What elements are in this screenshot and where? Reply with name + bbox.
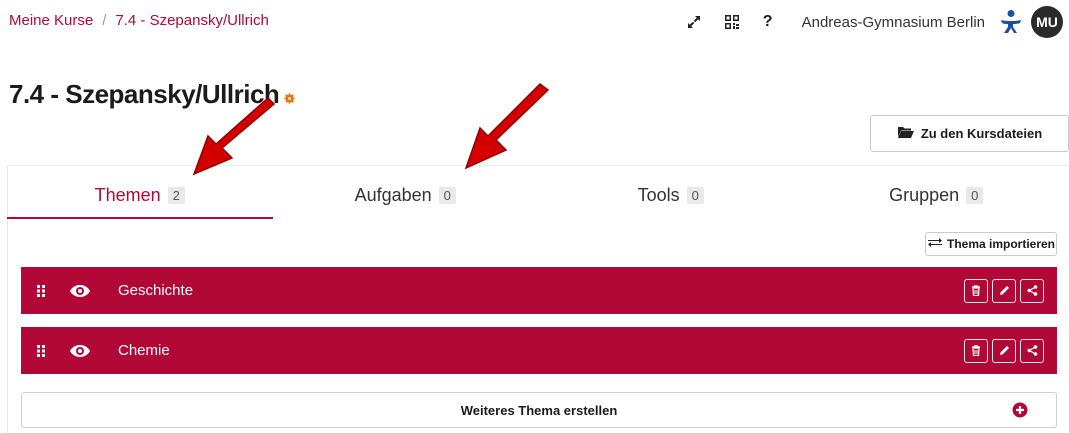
qr-code-icon[interactable] xyxy=(718,8,746,36)
count-badge: 0 xyxy=(438,186,456,204)
trash-icon[interactable] xyxy=(964,278,988,303)
share-icon[interactable] xyxy=(1020,338,1044,363)
drag-handle-icon[interactable] xyxy=(23,344,59,357)
tab-topics[interactable]: Themen 2 xyxy=(7,170,273,220)
topic-row: Chemie xyxy=(21,327,1057,374)
topic-title[interactable]: Geschichte xyxy=(118,282,964,299)
eye-icon[interactable] xyxy=(59,344,101,358)
import-topic-label: Thema importieren xyxy=(946,237,1056,251)
breadcrumb-link-my-courses[interactable]: Meine Kurse xyxy=(9,12,93,29)
topic-title[interactable]: Chemie xyxy=(118,342,964,359)
breadcrumb-link-course[interactable]: 7.4 - Szepansky/Ullrich xyxy=(115,12,268,29)
page-title: 7.4 - Szepansky/Ullrich xyxy=(9,79,296,112)
drag-handle-icon[interactable] xyxy=(23,284,59,297)
create-topic-button[interactable]: Weiteres Thema erstellen xyxy=(21,392,1057,428)
eye-icon[interactable] xyxy=(59,284,101,298)
tab-label: Aufgaben xyxy=(354,184,432,205)
top-bar: Meine Kurse / 7.4 - Szepansky/Ullrich ? An… xyxy=(0,0,1069,44)
count-badge: 0 xyxy=(686,186,704,204)
course-files-label: Zu den Kursdateien xyxy=(920,126,1043,141)
share-icon[interactable] xyxy=(1020,278,1044,303)
trash-icon[interactable] xyxy=(964,338,988,363)
topic-actions xyxy=(964,278,1044,303)
pencil-icon[interactable] xyxy=(992,278,1016,303)
import-topic-button[interactable]: Thema importieren xyxy=(925,232,1057,256)
folder-open-icon xyxy=(897,125,915,142)
tab-label: Tools xyxy=(637,184,680,205)
pencil-icon[interactable] xyxy=(992,338,1016,363)
course-title: 7.4 - Szepansky/Ullrich xyxy=(9,79,280,109)
topic-actions xyxy=(964,338,1044,363)
tab-groups[interactable]: Gruppen 0 xyxy=(804,170,1069,220)
breadcrumb-separator: / xyxy=(102,12,107,29)
count-badge: 0 xyxy=(966,186,984,204)
course-files-button[interactable]: Zu den Kursdateien xyxy=(870,115,1069,152)
help-icon[interactable]: ? xyxy=(754,8,782,36)
tab-tools[interactable]: Tools 0 xyxy=(538,170,804,220)
tab-label: Gruppen xyxy=(889,184,960,205)
exchange-icon xyxy=(927,237,943,251)
gear-icon[interactable] xyxy=(283,81,296,112)
topic-row: Geschichte xyxy=(21,267,1057,314)
annotation-arrow-icon xyxy=(464,83,550,170)
count-badge: 2 xyxy=(167,186,185,204)
tab-tasks[interactable]: Aufgaben 0 xyxy=(273,170,539,220)
tab-label: Themen xyxy=(94,184,161,205)
avatar[interactable]: MU xyxy=(1031,6,1063,38)
tab-bar: Themen 2 Aufgaben 0 Tools 0 Gruppen 0 xyxy=(7,170,1069,220)
school-name: Andreas-Gymnasium Berlin xyxy=(801,13,985,31)
header-actions: ? Andreas-Gymnasium Berlin MU xyxy=(680,0,1069,44)
expand-icon[interactable] xyxy=(680,8,708,36)
plus-circle-icon xyxy=(1012,402,1028,421)
school-logo-icon xyxy=(997,8,1025,36)
breadcrumb: Meine Kurse / 7.4 - Szepansky/Ullrich xyxy=(9,12,269,29)
create-topic-label: Weiteres Thema erstellen xyxy=(460,402,618,418)
